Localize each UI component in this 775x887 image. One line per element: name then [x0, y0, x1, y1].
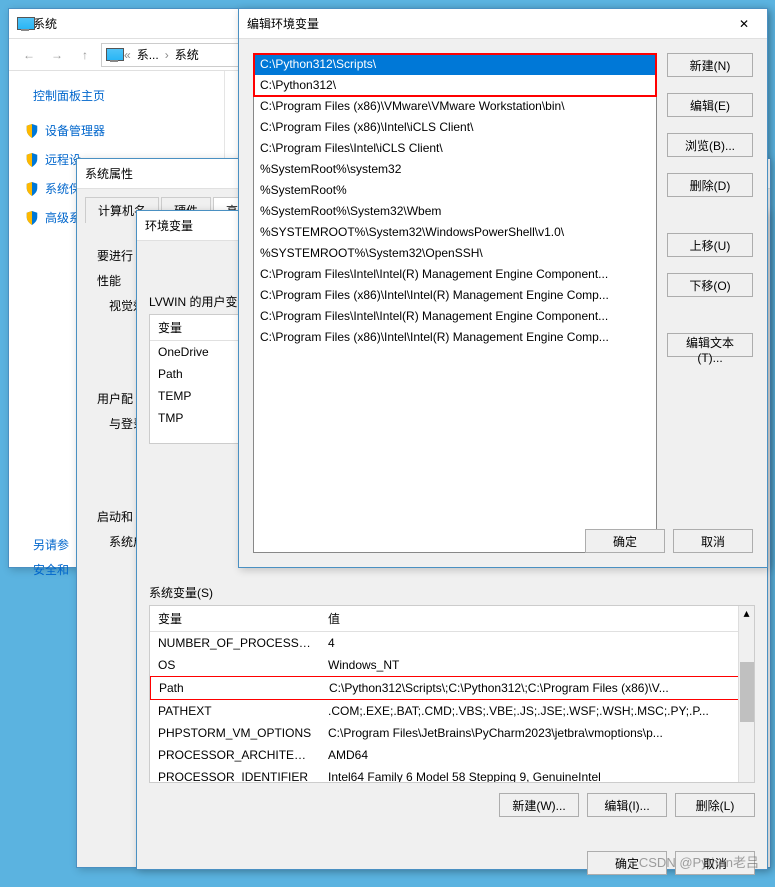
- table-row[interactable]: OSWindows_NT: [150, 654, 754, 676]
- title-bar: 编辑环境变量 ✕: [239, 9, 767, 39]
- path-item[interactable]: %SYSTEMROOT%\System32\WindowsPowerShell\…: [254, 222, 656, 243]
- browse-button[interactable]: 浏览(B)...: [667, 133, 753, 157]
- delete-button[interactable]: 删除(D): [667, 173, 753, 197]
- table-row[interactable]: PROCESSOR_ARCHITECT...AMD64: [150, 744, 754, 766]
- cell-var: PHPSTORM_VM_OPTIONS: [150, 724, 320, 742]
- path-item[interactable]: %SystemRoot%: [254, 180, 656, 201]
- cell-var: 变量: [150, 608, 320, 629]
- path-item[interactable]: C:\Program Files\Intel\Intel(R) Manageme…: [254, 264, 656, 285]
- table-row[interactable]: NUMBER_OF_PROCESSORS4: [150, 632, 754, 654]
- path-item[interactable]: C:\Program Files (x86)\VMware\VMware Wor…: [254, 96, 656, 117]
- new-button[interactable]: 新建(N): [667, 53, 753, 77]
- chevron-right-icon: ›: [165, 48, 169, 62]
- edit-button[interactable]: 编辑(E): [667, 93, 753, 117]
- path-item[interactable]: C:\Program Files (x86)\Intel\Intel(R) Ma…: [254, 327, 656, 348]
- cell-var: Path: [151, 679, 321, 697]
- path-item[interactable]: %SYSTEMROOT%\System32\OpenSSH\: [254, 243, 656, 264]
- window-title: 编辑环境变量: [247, 15, 729, 32]
- sys-vars-table: 变量值NUMBER_OF_PROCESSORS4OSWindows_NTPath…: [149, 605, 755, 783]
- cell-value: Intel64 Family 6 Model 58 Stepping 9, Ge…: [320, 768, 754, 783]
- shield-icon: [25, 211, 39, 225]
- ok-button[interactable]: 确定: [585, 529, 665, 553]
- shield-icon: [25, 182, 39, 196]
- path-item[interactable]: C:\Python312\: [254, 75, 656, 96]
- cell-var: NUMBER_OF_PROCESSORS: [150, 634, 320, 652]
- monitor-icon: [106, 48, 122, 62]
- cell-value: C:\Python312\Scripts\;C:\Python312\;C:\P…: [321, 679, 753, 697]
- table-header: 变量值: [150, 606, 754, 632]
- edit-env-var-window: 编辑环境变量 ✕ C:\Python312\Scripts\C:\Python3…: [238, 8, 768, 568]
- sys-buttons: 新建(W)... 编辑(I)... 删除(L): [149, 793, 755, 817]
- path-list[interactable]: C:\Python312\Scripts\C:\Python312\C:\Pro…: [253, 53, 657, 553]
- cancel-button[interactable]: 取消: [673, 529, 753, 553]
- scrollbar[interactable]: ▴: [738, 606, 754, 782]
- table-row[interactable]: PathC:\Python312\Scripts\;C:\Python312\;…: [150, 676, 754, 700]
- close-button[interactable]: ✕: [729, 13, 759, 35]
- cell-var: OS: [150, 656, 320, 674]
- path-item[interactable]: C:\Program Files\Intel\iCLS Client\: [254, 138, 656, 159]
- sidebar-home[interactable]: 控制面板主页: [9, 83, 224, 116]
- path-item[interactable]: %SystemRoot%\System32\Wbem: [254, 201, 656, 222]
- table-row[interactable]: PHPSTORM_VM_OPTIONSC:\Program Files\JetB…: [150, 722, 754, 744]
- new-button[interactable]: 新建(W)...: [499, 793, 579, 817]
- cell-value: AMD64: [320, 746, 754, 764]
- cell-value: 值: [320, 608, 738, 629]
- cell-value: .COM;.EXE;.BAT;.CMD;.VBS;.VBE;.JS;.JSE;.…: [320, 702, 754, 720]
- sidebar-item-device-manager[interactable]: 设备管理器: [9, 116, 224, 145]
- edit-text-button[interactable]: 编辑文本(T)...: [667, 333, 753, 357]
- delete-button[interactable]: 删除(L): [675, 793, 755, 817]
- cell-value: C:\Program Files\JetBrains\PyCharm2023\j…: [320, 724, 754, 742]
- table-row[interactable]: PROCESSOR_IDENTIFIERIntel64 Family 6 Mod…: [150, 766, 754, 783]
- path-item[interactable]: C:\Program Files (x86)\Intel\iCLS Client…: [254, 117, 656, 138]
- sys-vars-label: 系统变量(S): [149, 584, 755, 601]
- cell-var: PROCESSOR_ARCHITECT...: [150, 746, 320, 764]
- cell-value: 4: [320, 634, 754, 652]
- edit-button[interactable]: 编辑(I)...: [587, 793, 667, 817]
- path-item[interactable]: C:\Python312\Scripts\: [254, 54, 656, 75]
- move-up-button[interactable]: 上移(U): [667, 233, 753, 257]
- back-button[interactable]: ←: [17, 43, 41, 67]
- watermark: CSDN @Python老吕: [639, 852, 759, 871]
- path-item[interactable]: %SystemRoot%\system32: [254, 159, 656, 180]
- cell-var: PATHEXT: [150, 702, 320, 720]
- edit-body: C:\Python312\Scripts\C:\Python312\C:\Pro…: [239, 39, 767, 567]
- breadcrumb-item[interactable]: 系统: [171, 46, 203, 63]
- cell-var: PROCESSOR_IDENTIFIER: [150, 768, 320, 783]
- up-button[interactable]: ↑: [73, 43, 97, 67]
- move-down-button[interactable]: 下移(O): [667, 273, 753, 297]
- breadcrumb-item[interactable]: 系...: [133, 46, 163, 63]
- dialog-buttons: 确定 取消: [585, 529, 753, 553]
- table-row[interactable]: PATHEXT.COM;.EXE;.BAT;.CMD;.VBS;.VBE;.JS…: [150, 700, 754, 722]
- shield-icon: [25, 153, 39, 167]
- monitor-icon: [17, 17, 33, 31]
- shield-icon: [25, 124, 39, 138]
- cell-value: Windows_NT: [320, 656, 754, 674]
- path-item[interactable]: C:\Program Files (x86)\Intel\Intel(R) Ma…: [254, 285, 656, 306]
- forward-button[interactable]: →: [45, 43, 69, 67]
- edit-buttons: 新建(N) 编辑(E) 浏览(B)... 删除(D) 上移(U) 下移(O) 编…: [667, 53, 753, 553]
- chevron-icon: «: [124, 48, 131, 62]
- sidebar-label: 设备管理器: [45, 122, 105, 139]
- path-item[interactable]: C:\Program Files\Intel\Intel(R) Manageme…: [254, 306, 656, 327]
